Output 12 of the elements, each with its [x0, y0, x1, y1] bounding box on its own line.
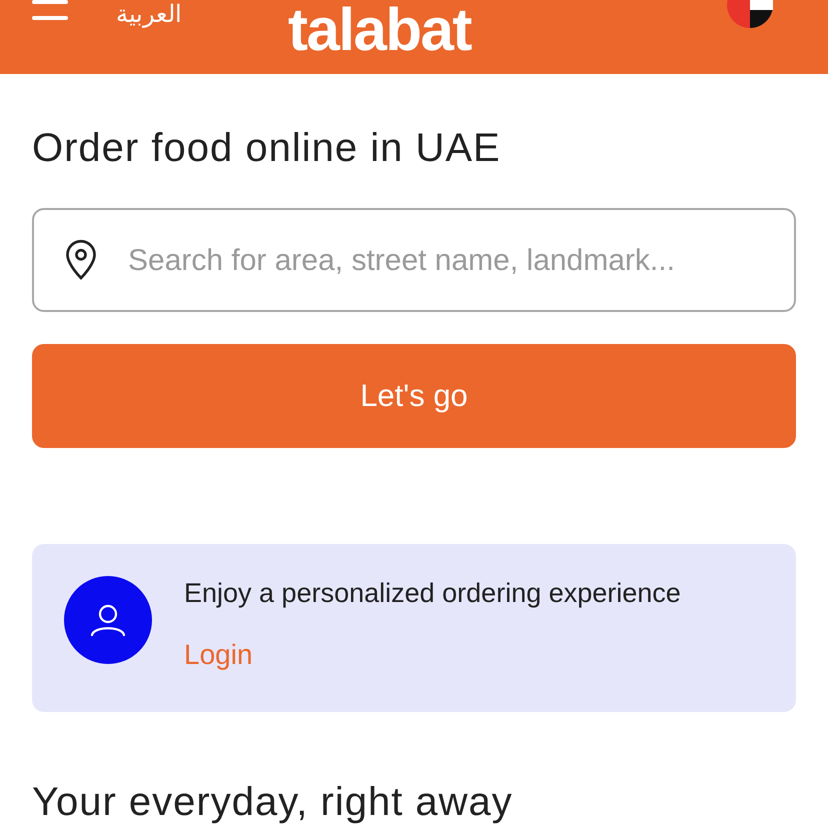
login-prompt: Enjoy a personalized ordering experience [184, 577, 681, 610]
search-bar[interactable]: Search for area, street name, landmark... [32, 208, 796, 312]
login-link[interactable]: Login [184, 638, 253, 672]
section-title: Your everyday, right away [32, 779, 514, 826]
menu-icon[interactable] [32, 0, 68, 20]
logo[interactable]: talabat [288, 0, 471, 60]
page-title: Order food online in UAE [32, 125, 502, 172]
flag-icon[interactable] [727, 0, 773, 28]
lets-go-button[interactable]: Let's go [32, 344, 796, 448]
user-avatar-icon [64, 576, 152, 664]
search-field[interactable]: Search for area, street name, landmark... [128, 238, 766, 282]
language-link[interactable]: العربية [116, 0, 182, 30]
